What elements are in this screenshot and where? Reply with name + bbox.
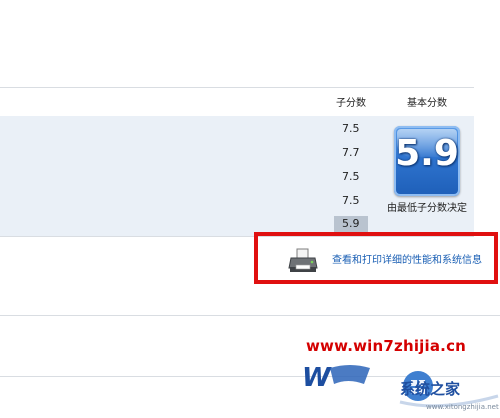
subscore-value-lowest: 5.9	[334, 216, 368, 232]
score-row-area: 7.5 7.7 7.5 7.5 5.9 5.9 由最低子分数决定	[0, 116, 474, 236]
subscore-value: 7.5	[342, 170, 360, 183]
base-score-panel: 5.9 由最低子分数决定	[368, 116, 474, 236]
base-score-value: 5.9	[395, 133, 459, 174]
print-details-link[interactable]: 查看和打印详细的性能和系统信息	[332, 251, 482, 266]
watermark-sub: www.xitongzhijia.net	[426, 403, 499, 411]
subscore-value: 7.5	[342, 122, 360, 135]
svg-text:W: W	[302, 363, 332, 393]
base-score-caption: 由最低子分数决定	[387, 203, 467, 214]
printer-icon	[288, 248, 318, 272]
highlight-box: 查看和打印详细的性能和系统信息	[254, 232, 498, 284]
basescore-header: 基本分数	[407, 98, 447, 109]
watermark-brand: 系统之家	[400, 380, 461, 398]
subscore-value: 7.7	[342, 146, 360, 159]
base-score-badge: 5.9	[394, 126, 460, 196]
subscore-value: 7.5	[342, 194, 360, 207]
score-table: 子分数 基本分数 7.5 7.7 7.5 7.5 5.9 5.9 由最低子分数决…	[0, 88, 474, 236]
watermark-url: www.win7zhijia.cn	[306, 337, 467, 355]
subscore-header: 子分数	[336, 98, 366, 109]
subscore-list: 7.5 7.7 7.5 7.5 5.9	[334, 116, 368, 236]
